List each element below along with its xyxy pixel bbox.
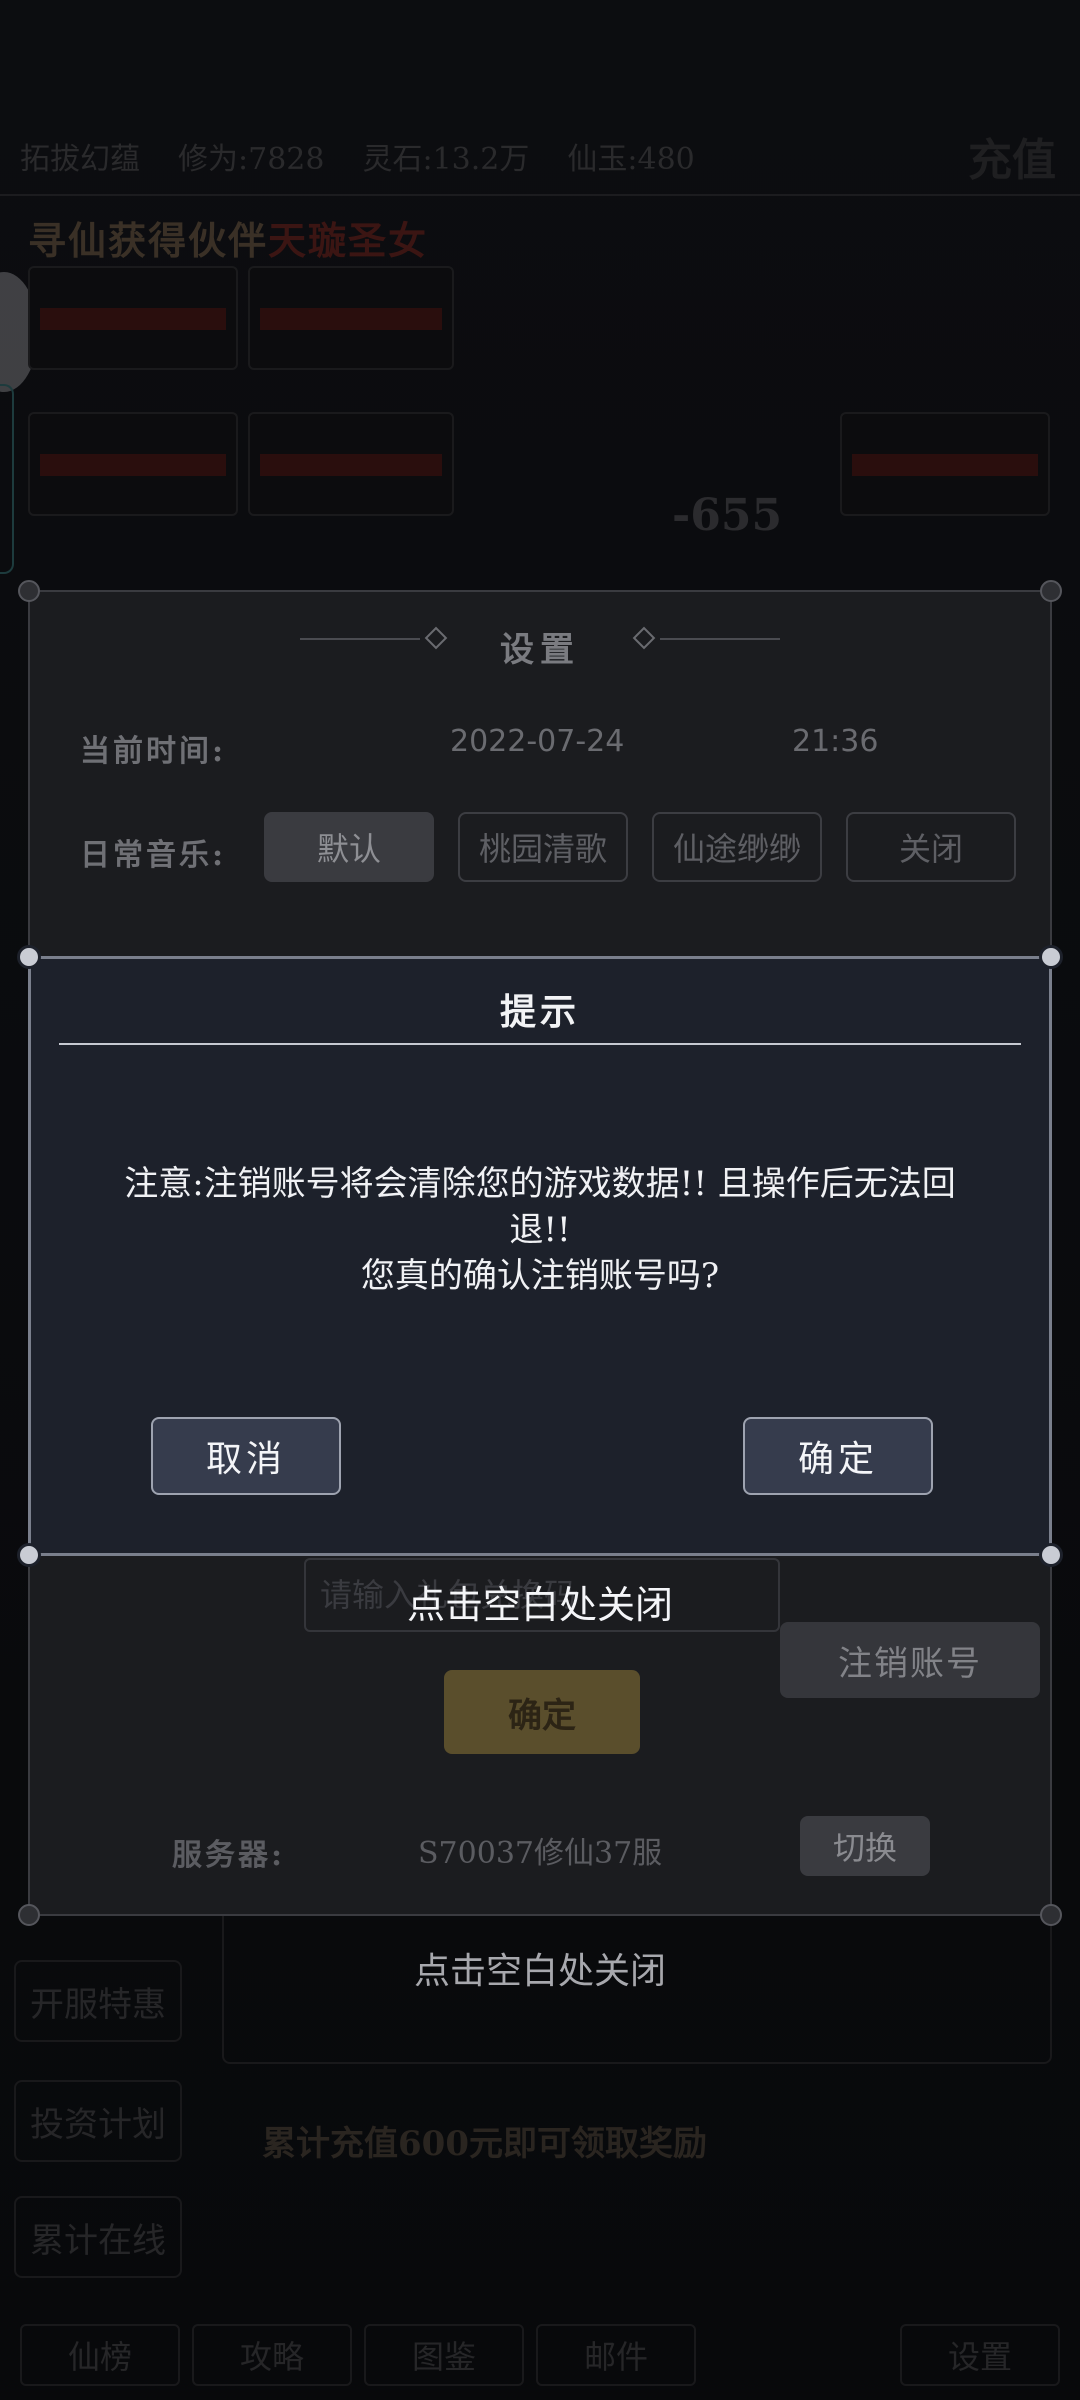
music-option-off[interactable]: 关闭 bbox=[846, 812, 1016, 882]
unit-hp-bar bbox=[40, 308, 226, 330]
dialog-message-line: 退!! bbox=[509, 1210, 571, 1250]
dialog-title: 提示 bbox=[499, 991, 580, 1033]
unit-hp-bar bbox=[852, 454, 1038, 476]
reward-text: 累计充值600元即可领取奖励 bbox=[262, 2124, 707, 2164]
confirm-dialog: 提示 注意:注销账号将会清除您的游戏数据!! 且操作后无法回 退!! 您真的确认… bbox=[17, 945, 1063, 1567]
redeem-confirm-button[interactable]: 确定 bbox=[444, 1670, 640, 1754]
nav-codex[interactable]: 图鉴 bbox=[364, 2324, 524, 2386]
nav-rank[interactable]: 仙榜 bbox=[20, 2324, 180, 2386]
panel-corner bbox=[1040, 1904, 1062, 1926]
switch-server-button[interactable]: 切换 bbox=[800, 1816, 930, 1876]
menu-investment[interactable]: 投资计划 bbox=[14, 2080, 182, 2162]
server-label: 服务器: bbox=[172, 1838, 286, 1873]
cancel-button[interactable]: 取消 bbox=[151, 1417, 341, 1495]
partner-banner: 寻仙获得伙伴天璇圣女 bbox=[28, 210, 428, 265]
unit-card bbox=[28, 266, 238, 370]
nav-mail[interactable]: 邮件 bbox=[536, 2324, 696, 2386]
unit-card bbox=[840, 412, 1050, 516]
panel-corner bbox=[1040, 580, 1062, 602]
title-ornament bbox=[660, 638, 780, 640]
music-label: 日常音乐: bbox=[80, 838, 227, 873]
music-option-immortal-path[interactable]: 仙途缈缈 bbox=[652, 812, 822, 882]
dialog-message-line: 您真的确认注销账号吗? bbox=[360, 1256, 720, 1296]
menu-online-reward[interactable]: 累计在线 bbox=[14, 2196, 182, 2278]
unit-hp-bar bbox=[260, 454, 442, 476]
nav-guide[interactable]: 攻略 bbox=[192, 2324, 352, 2386]
music-option-peach-garden[interactable]: 桃园清歌 bbox=[458, 812, 628, 882]
unit-card bbox=[248, 266, 454, 370]
nav-settings[interactable]: 设置 bbox=[900, 2324, 1060, 2386]
logout-account-button[interactable]: 注销账号 bbox=[780, 1622, 1040, 1698]
unit-card bbox=[248, 412, 454, 516]
current-date: 2022-07-24 bbox=[450, 724, 625, 759]
server-name: S70037修仙37服 bbox=[418, 1836, 663, 1871]
dialog-corner bbox=[17, 945, 41, 969]
current-time: 21:36 bbox=[792, 724, 879, 759]
close-hint-settings[interactable]: 点击空白处关闭 bbox=[0, 1942, 1080, 1994]
banner-prefix: 寻仙获得伙伴 bbox=[28, 218, 269, 263]
recharge-logo: 充值 bbox=[968, 135, 1056, 186]
panel-corner bbox=[18, 580, 40, 602]
unit-hp-bar bbox=[40, 454, 226, 476]
close-hint-dialog[interactable]: 点击空白处关闭 bbox=[0, 1574, 1080, 1629]
settings-title: 设置 bbox=[500, 630, 580, 670]
side-tab bbox=[0, 384, 14, 574]
banner-highlight: 天璇圣女 bbox=[268, 218, 429, 263]
unit-hp-bar bbox=[260, 308, 442, 330]
dialog-message-line: 注意:注销账号将会清除您的游戏数据!! 且操作后无法回 bbox=[124, 1164, 956, 1204]
jade-value: 仙玉:480 bbox=[567, 142, 695, 177]
dialog-corner bbox=[1039, 1543, 1063, 1567]
damage-number: -655 bbox=[672, 490, 783, 541]
dialog-message: 注意:注销账号将会清除您的游戏数据!! 且操作后无法回 退!! 您真的确认注销账… bbox=[61, 1161, 1019, 1299]
top-resource-bar: 拓拔幻蕴 修为:7828 灵石:13.2万 仙玉:480 充值 bbox=[0, 118, 1080, 196]
time-label: 当前时间: bbox=[80, 734, 227, 769]
dialog-divider bbox=[59, 1043, 1021, 1045]
dialog-corner bbox=[1039, 945, 1063, 969]
confirm-button[interactable]: 确定 bbox=[743, 1417, 933, 1495]
cultivation-value: 修为:7828 bbox=[178, 142, 325, 177]
bottom-navigation: 仙榜 攻略 图鉴 邮件 设置 bbox=[0, 2324, 1080, 2400]
spirit-stone-value: 灵石:13.2万 bbox=[362, 142, 530, 177]
player-name: 拓拔幻蕴 bbox=[20, 142, 140, 177]
dialog-corner bbox=[17, 1543, 41, 1567]
unit-card bbox=[28, 412, 238, 516]
panel-corner bbox=[18, 1904, 40, 1926]
music-option-default[interactable]: 默认 bbox=[264, 812, 434, 882]
